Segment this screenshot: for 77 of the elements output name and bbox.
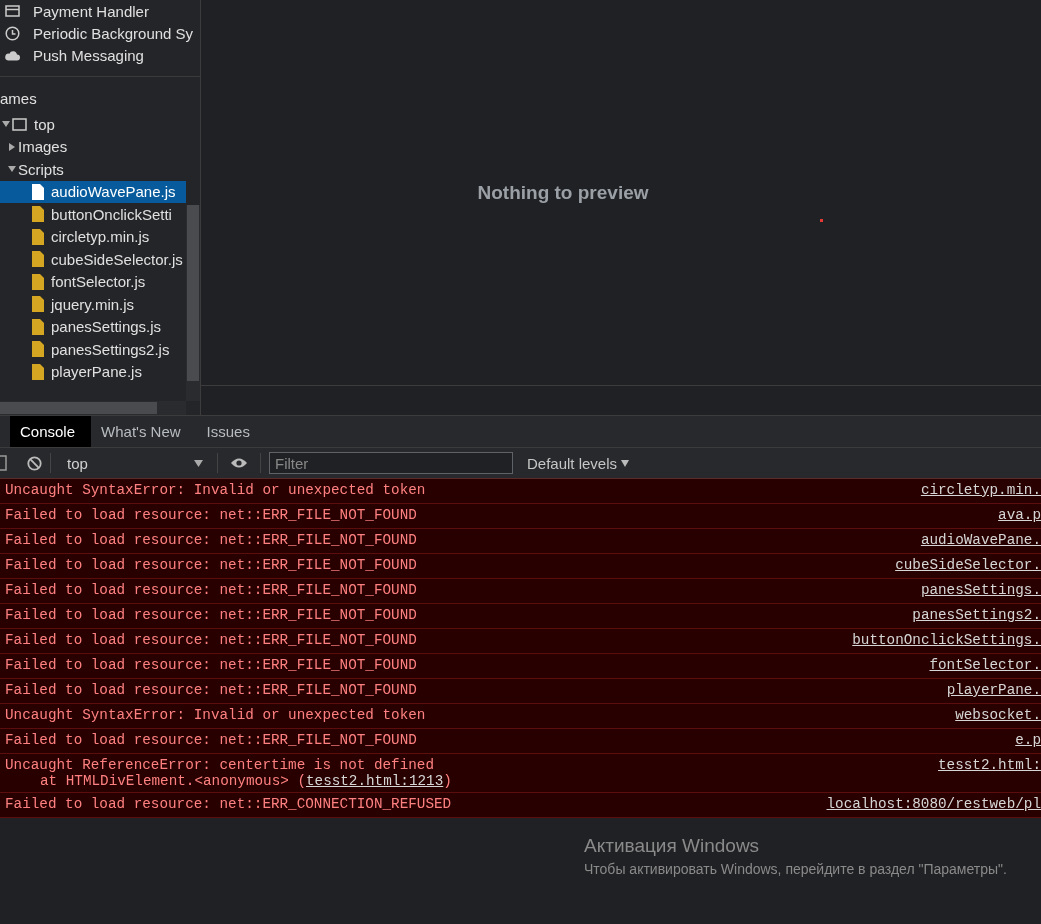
source-link[interactable]: audioWavePane. [920, 532, 1041, 550]
source-link[interactable]: localhost:8080/restweb/pl [826, 796, 1041, 814]
tree-item[interactable]: buttonOnclickSetti [0, 203, 186, 226]
error-message: Failed to load resource: net::ERR_FILE_NOT_FOUND [5, 632, 417, 648]
frame-icon [12, 117, 27, 131]
error-message: Uncaught SyntaxError: Invalid or unexpected token [5, 707, 426, 723]
empty-preview-message: Nothing to preview [477, 181, 649, 204]
activation-message: Чтобы активировать Windows, перейдите в раздел "Параметры". [584, 861, 1008, 877]
sidebar-item[interactable]: Payment Handler [33, 2, 149, 20]
error-message: Failed to load resource: net::ERR_FILE_NOT_FOUND [5, 682, 417, 698]
drawer-tab[interactable]: What's New [91, 416, 197, 447]
file-icon [32, 273, 44, 290]
vertical-scrollbar[interactable] [186, 205, 200, 401]
expanded-arrow-icon[interactable] [2, 121, 10, 128]
source-link[interactable]: playerPane. [946, 682, 1041, 700]
file-icon [32, 296, 44, 313]
drawer-tab[interactable]: Issues [196, 416, 266, 447]
error-message: Failed to load resource: net::ERR_FILE_NOT_FOUND [5, 507, 417, 523]
card-icon [5, 5, 20, 17]
stack-trace-line: at HTMLDivElement.<anonymous> (tesst2.html:1213) [39, 773, 452, 789]
error-message: Uncaught SyntaxError: Invalid or unexpected token [5, 482, 426, 498]
source-link[interactable]: panesSettings2. [912, 607, 1041, 625]
source-link[interactable]: panesSettings. [920, 582, 1041, 600]
section-heading: ames [0, 90, 37, 107]
error-message: Failed to load resource: net::ERR_FILE_NOT_FOUND [5, 657, 417, 673]
clear-icon[interactable] [27, 455, 42, 471]
tree-item[interactable]: jquery.min.js [0, 293, 186, 316]
sidebar-toggle-icon[interactable] [0, 455, 7, 471]
source-link[interactable]: websocket. [955, 707, 1041, 725]
sidebar-item[interactable]: Push Messaging [33, 46, 144, 64]
error-message: Failed to load resource: net::ERR_FILE_NOT_FOUND [5, 732, 417, 748]
file-icon [32, 183, 44, 200]
caret-icon [621, 459, 630, 467]
source-link[interactable]: buttonOnclickSettings. [852, 632, 1041, 650]
error-message: Failed to load resource: net::ERR_FILE_NOT_FOUND [5, 607, 417, 623]
file-icon [32, 228, 44, 245]
clock-icon [5, 25, 20, 41]
error-message: Failed to load resource: net::ERR_FILE_NOT_FOUND [5, 557, 417, 573]
tree-item[interactable]: playerPane.js [0, 360, 186, 383]
source-link[interactable]: circletyp.min. [920, 482, 1041, 500]
source-link[interactable]: cubeSideSelector. [895, 557, 1041, 575]
tree-item[interactable]: Scripts [0, 158, 186, 181]
source-link[interactable]: ava.p [998, 507, 1041, 525]
caret-icon [194, 459, 203, 467]
expanded-arrow-icon[interactable] [8, 166, 16, 173]
error-message: Uncaught ReferenceError: centertime is not defined [5, 757, 435, 773]
error-message: Failed to load resource: net::ERR_FILE_NOT_FOUND [5, 532, 417, 548]
source-link[interactable]: fontSelector. [929, 657, 1041, 675]
context-dropdown[interactable]: top [59, 454, 209, 472]
tree-item[interactable]: cubeSideSelector.js [0, 248, 186, 271]
tree-item[interactable]: fontSelector.js [0, 270, 186, 293]
source-link[interactable]: tesst2.html: [938, 757, 1041, 789]
file-icon [32, 341, 44, 358]
levels-dropdown[interactable]: Default levels [521, 453, 636, 473]
file-icon [32, 251, 44, 268]
filter-field[interactable]: Filter [269, 452, 513, 474]
source-link[interactable]: tesst2.html:1213 [305, 773, 444, 789]
tree-item[interactable]: audioWavePane.js [0, 180, 186, 203]
eye-icon[interactable] [230, 457, 248, 469]
source-link[interactable]: e.p [1015, 732, 1041, 750]
file-icon [32, 318, 44, 335]
dot-mark [820, 219, 823, 222]
collapsed-arrow-icon[interactable] [9, 142, 15, 151]
tree-item[interactable]: top [0, 113, 186, 136]
file-icon [32, 363, 44, 380]
error-message: Failed to load resource: net::ERR_FILE_NOT_FOUND [5, 582, 417, 598]
error-message: Failed to load resource: net::ERR_CONNECTION_REFUSED [5, 796, 452, 812]
tree-item[interactable]: panesSettings2.js [0, 338, 186, 361]
tree-item[interactable]: circletyp.min.js [0, 225, 186, 248]
sidebar-item[interactable]: Periodic Background Sy [33, 24, 194, 42]
cloud-icon [5, 49, 20, 61]
activation-title: Активация Windows [584, 835, 761, 857]
tree-item[interactable]: Images [0, 135, 186, 158]
drawer-tab[interactable]: Console [10, 416, 92, 447]
tree-item[interactable]: panesSettings.js [0, 315, 186, 338]
file-icon [32, 206, 44, 223]
horizontal-scrollbar[interactable] [0, 401, 186, 415]
